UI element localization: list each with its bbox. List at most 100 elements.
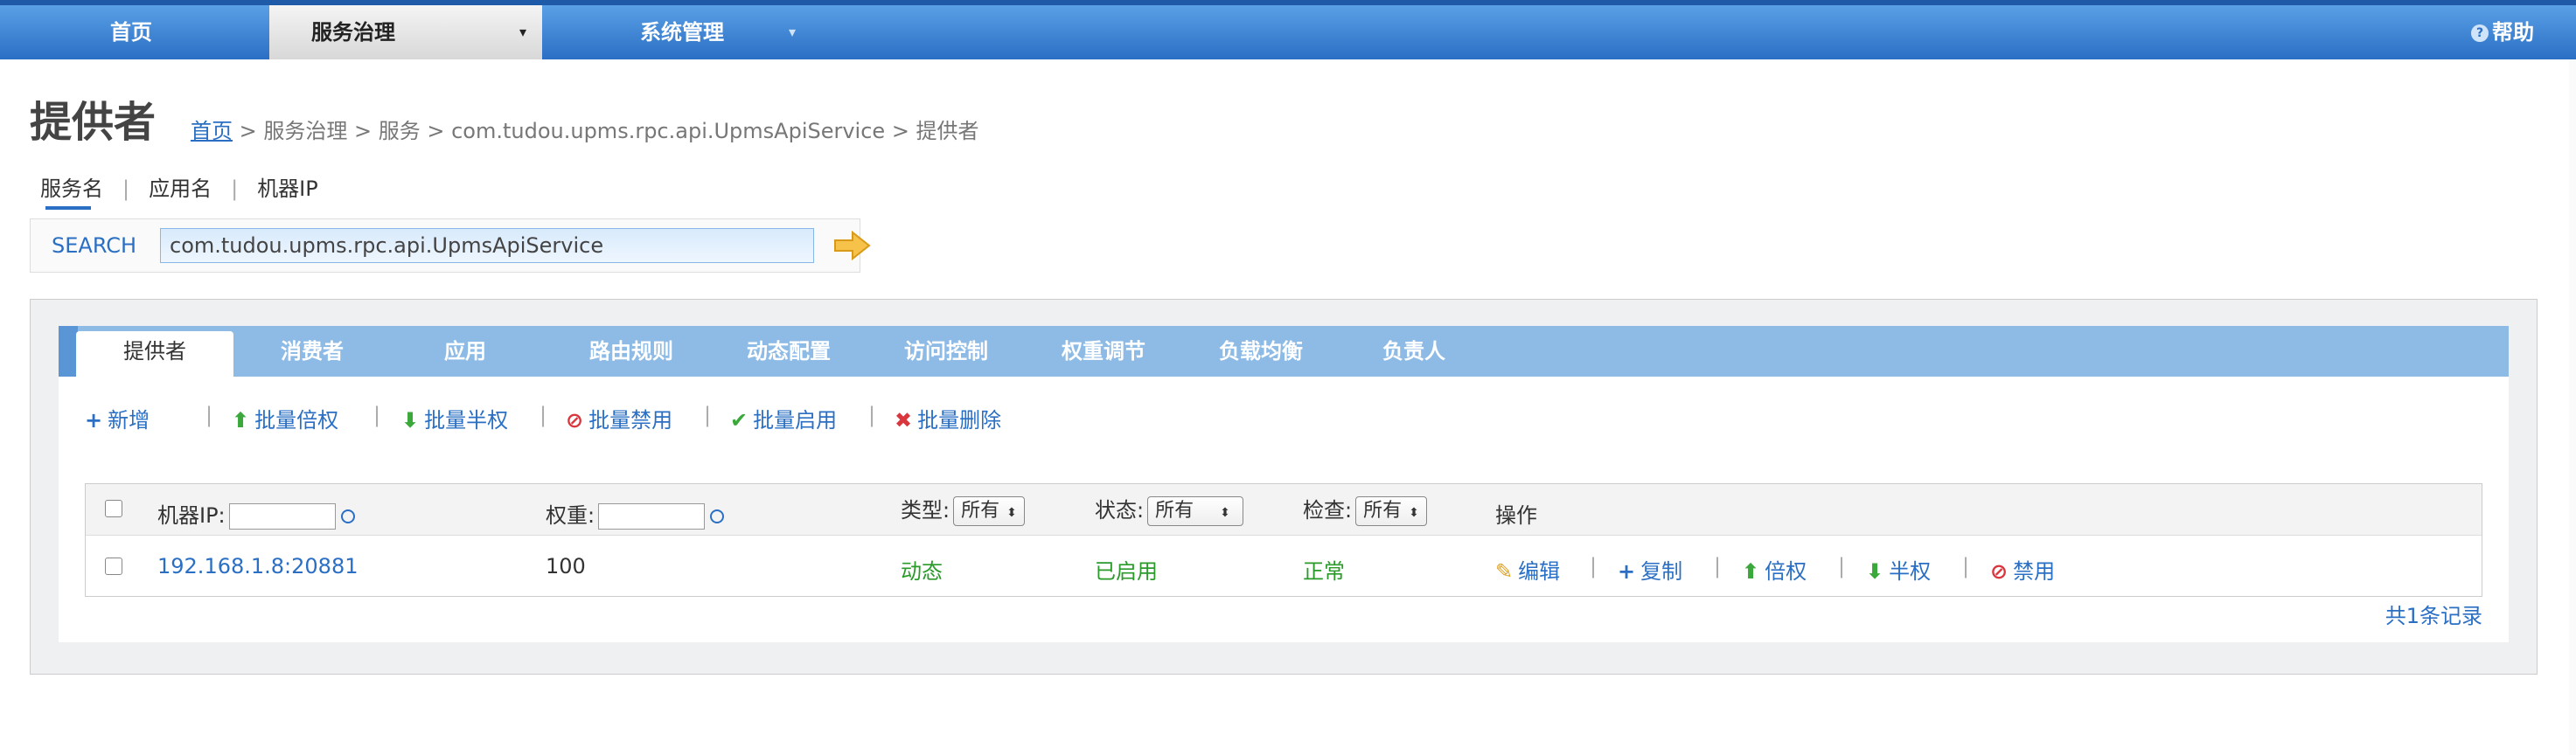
separator: | (1838, 554, 1846, 578)
provider-weight: 100 (546, 554, 586, 578)
select-value: 所有 (1363, 500, 1403, 522)
plus-icon: + (1618, 559, 1636, 584)
search-box: SEARCH (30, 218, 871, 273)
select-arrows-icon: ⬍ (1409, 506, 1419, 520)
tab-routing-rules[interactable]: 路由规则 (548, 326, 714, 377)
batch-delete-button[interactable]: ✖ 批量删除 (895, 403, 1001, 433)
disable-button[interactable]: ⊘ 禁用 (1990, 554, 2055, 585)
chevron-down-icon[interactable]: ▾ (789, 5, 796, 59)
scrollbar[interactable] (2569, 59, 2576, 755)
search-tab-service-name[interactable]: 服务名 (40, 171, 103, 202)
half-weight-button[interactable]: ⬇ 半权 (1866, 554, 1931, 585)
nav-item-service-governance[interactable]: 服务治理 (269, 5, 542, 59)
batch-enable-button[interactable]: ✔ 批量启用 (730, 403, 837, 433)
tab-consumers[interactable]: 消费者 (242, 326, 382, 377)
batch-half-label: 批量半权 (424, 408, 509, 433)
close-icon: ✖ (895, 408, 913, 433)
half-weight-label: 半权 (1889, 559, 1932, 584)
breadcrumb-path: > 服务治理 > 服务 > com.tudou.upms.rpc.api.Upm… (233, 119, 979, 143)
copy-label: 复制 (1640, 559, 1683, 584)
tab-load-balance[interactable]: 负载均衡 (1178, 326, 1344, 377)
disable-label: 禁用 (2013, 559, 2056, 584)
header-status-label: 状态: (1095, 498, 1145, 523)
content-inner: 提供者 消费者 应用 路由规则 动态配置 访问控制 权重调节 负载均衡 负责人 … (59, 326, 2509, 642)
batch-half-button[interactable]: ⬇ 批量半权 (401, 403, 508, 433)
arrow-down-icon: ⬇ (401, 408, 420, 433)
row-checkbox[interactable] (105, 558, 122, 575)
batch-double-button[interactable]: ⬆ 批量倍权 (232, 403, 338, 433)
page-title: 提供者 (30, 98, 157, 147)
search-tab-machine-ip[interactable]: 机器IP (257, 171, 318, 202)
search-label: SEARCH (52, 233, 137, 258)
header-status: 状态: 所有 ⬍ (1095, 493, 1244, 526)
edit-button[interactable]: ✎ 编辑 (1495, 554, 1560, 585)
batch-disable-button[interactable]: ⊘ 批量禁用 (566, 403, 672, 433)
record-count: 共1条记录 (2385, 604, 2482, 628)
tab-providers[interactable]: 提供者 (76, 331, 233, 377)
header-type-label: 类型: (901, 498, 950, 523)
select-arrows-icon: ⬍ (1220, 506, 1230, 520)
separator: | (1962, 554, 1970, 578)
separator: | (868, 403, 876, 427)
provider-check: 正常 (1303, 559, 1345, 584)
batch-delete-label: 批量删除 (917, 408, 1002, 433)
separator: | (231, 177, 239, 201)
batch-enable-label: 批量启用 (753, 408, 838, 433)
provider-status: 已启用 (1095, 559, 1158, 584)
ban-icon: ⊘ (566, 408, 584, 433)
search-type-tabs: 服务名 | 应用名 | 机器IP (40, 171, 318, 210)
header-ops: 操作 (1495, 503, 1537, 528)
plus-icon: + (85, 408, 103, 433)
separator: | (205, 403, 213, 427)
search-tab-app-name[interactable]: 应用名 (149, 171, 212, 202)
top-nav-bar: 首页 服务治理 ▾ 系统管理 ▾ ? 帮助 (0, 0, 2576, 59)
providers-table: 机器IP: 权重: 类型: 所有 ⬍ 状态: 所有 ⬍ 检查: 所有 ⬍ 操作 192.16… (85, 483, 2482, 597)
tab-access-control[interactable]: 访问控制 (863, 326, 1029, 377)
nav-item-home[interactable]: 首页 (0, 5, 262, 59)
active-tab-underline (45, 206, 91, 210)
header-check-label: 检查: (1303, 498, 1353, 523)
breadcrumb: 首页 > 服务治理 > 服务 > com.tudou.upms.rpc.api.… (191, 114, 979, 144)
arrow-up-icon: ⬆ (232, 408, 250, 433)
table-header (86, 484, 2482, 536)
provider-ip-link[interactable]: 192.168.1.8:20881 (157, 554, 358, 578)
select-value: 所有 (1155, 500, 1194, 522)
ip-filter-input[interactable] (228, 503, 336, 530)
weight-filter-input[interactable] (598, 503, 706, 530)
tab-dynamic-config[interactable]: 动态配置 (706, 326, 872, 377)
separator: | (1714, 554, 1722, 578)
tab-weight-adjust[interactable]: 权重调节 (1020, 326, 1187, 377)
tab-owners[interactable]: 负责人 (1335, 326, 1493, 377)
tab-applications[interactable]: 应用 (400, 326, 531, 377)
search-icon[interactable] (340, 509, 355, 523)
arrow-up-icon: ⬆ (1742, 559, 1760, 584)
search-icon[interactable] (710, 509, 725, 523)
separator: | (122, 177, 130, 201)
help-link[interactable]: ? 帮助 (2471, 5, 2534, 59)
header-ip-label: 机器IP: (157, 503, 226, 528)
search-input[interactable] (160, 228, 814, 263)
header-type: 类型: 所有 ⬍ (901, 493, 1025, 526)
help-icon: ? (2471, 24, 2489, 42)
chevron-down-icon[interactable]: ▾ (519, 5, 526, 59)
help-label: 帮助 (2492, 20, 2534, 45)
breadcrumb-home-link[interactable]: 首页 (191, 119, 233, 143)
status-filter-select[interactable]: 所有 ⬍ (1147, 496, 1244, 526)
nav-item-system-management[interactable]: 系统管理 (560, 5, 804, 59)
arrow-right-icon[interactable] (833, 230, 872, 261)
select-arrows-icon: ⬍ (1006, 506, 1017, 520)
provider-type: 动态 (901, 559, 943, 584)
type-filter-select[interactable]: 所有 ⬍ (953, 496, 1025, 526)
tab-bar-edge (59, 326, 78, 377)
check-filter-select[interactable]: 所有 ⬍ (1355, 496, 1427, 526)
copy-button[interactable]: + 复制 (1618, 554, 1682, 585)
header-ip: 机器IP: (157, 498, 355, 530)
double-weight-button[interactable]: ⬆ 倍权 (1742, 554, 1807, 585)
edit-label: 编辑 (1518, 559, 1561, 584)
separator: | (1590, 554, 1598, 578)
add-button[interactable]: + 新增 (85, 403, 150, 433)
header-check: 检查: 所有 ⬍ (1303, 493, 1427, 526)
select-all-checkbox[interactable] (105, 500, 122, 517)
header-weight: 权重: (546, 498, 725, 530)
arrow-down-icon: ⬇ (1866, 559, 1884, 584)
